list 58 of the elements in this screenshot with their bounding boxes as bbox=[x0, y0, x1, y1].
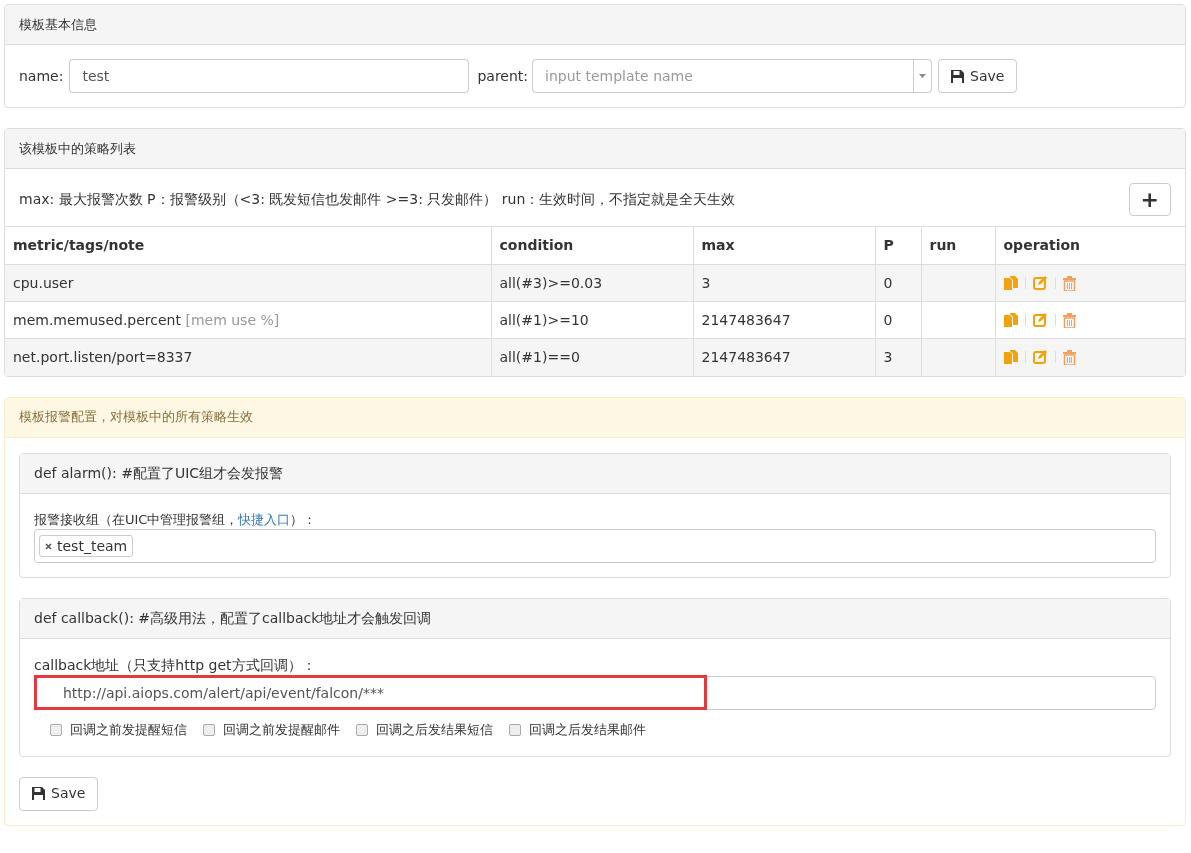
table-cell: 2147483647 bbox=[701, 311, 791, 328]
copy-icon[interactable] bbox=[1003, 312, 1018, 328]
panel-title: 模板基本信息 bbox=[19, 15, 97, 34]
panel-title: 模板报警配置，对模板中的所有策略生效 bbox=[19, 408, 253, 427]
checkbox[interactable] bbox=[203, 723, 215, 736]
legend-text: max: 最大报警次数 P：报警级别（<3: 既发短信也发邮件 >=3: 只发邮件） run：生效时间，不指定就是全天生效 bbox=[19, 190, 736, 209]
field-label: 报警接收组（在UIC中管理报警组，快捷入口）： bbox=[34, 510, 318, 529]
checkbox[interactable] bbox=[509, 723, 521, 736]
table-cell: net.port.listen/port=8337 bbox=[13, 348, 193, 365]
add-button[interactable]: + bbox=[1128, 183, 1171, 216]
checkbox-option[interactable]: 回调之前发提醒邮件 bbox=[203, 720, 340, 740]
checkbox-option[interactable]: 回调之后发结果邮件 bbox=[509, 720, 646, 740]
copy-icon[interactable] bbox=[1003, 349, 1018, 365]
note-text: [mem use %] bbox=[185, 311, 280, 328]
field-label: name: bbox=[19, 66, 64, 86]
remove-icon bbox=[45, 542, 52, 550]
edit-icon[interactable] bbox=[1032, 276, 1048, 290]
table-cell: 2147483647 bbox=[701, 348, 791, 365]
table-cell: all(#3)>=0.03 bbox=[499, 274, 603, 291]
copy-icon[interactable] bbox=[1003, 275, 1018, 291]
panel-title: def alarm(): #配置了UIC组才会发报警 bbox=[34, 463, 284, 483]
link[interactable]: 快捷入口 bbox=[238, 511, 291, 527]
column-header: run bbox=[921, 226, 995, 265]
column-header: operation bbox=[995, 226, 1185, 265]
delete-icon[interactable] bbox=[1062, 312, 1076, 328]
checkbox[interactable] bbox=[356, 723, 368, 736]
field-label: parent: bbox=[477, 66, 529, 86]
checkbox-option[interactable]: 回调之前发提醒短信 bbox=[50, 720, 187, 740]
edit-icon[interactable] bbox=[1032, 350, 1048, 365]
column-header: max bbox=[693, 226, 875, 265]
table-cell: all(#1)==0 bbox=[499, 348, 580, 365]
checkbox[interactable] bbox=[50, 723, 62, 736]
table-cell: mem.memused.percent bbox=[13, 311, 181, 328]
column-header: metric/tags/note bbox=[5, 226, 491, 265]
table-cell: all(#1)>=10 bbox=[499, 311, 589, 328]
delete-icon[interactable] bbox=[1062, 349, 1076, 365]
field-label: callback地址（只支持http get方式回调）： bbox=[34, 656, 317, 675]
table-cell: 3 bbox=[701, 274, 711, 291]
delete-icon[interactable] bbox=[1062, 275, 1076, 291]
table-cell: 3 bbox=[883, 348, 893, 365]
tag-input[interactable]: test_team bbox=[34, 529, 1156, 563]
panel-title: 该模板中的策略列表 bbox=[19, 139, 136, 158]
column-header: condition bbox=[491, 226, 693, 265]
table-cell: cpu.user bbox=[13, 274, 74, 291]
panel-title: def callback(): #高级用法，配置了callback地址才会触发回调 bbox=[34, 609, 432, 628]
save-icon bbox=[32, 787, 45, 800]
parent-field[interactable]: input template name bbox=[532, 59, 933, 93]
caret-icon bbox=[919, 74, 927, 78]
tag[interactable]: test_team bbox=[39, 535, 134, 557]
checkbox-option[interactable]: 回调之后发结果短信 bbox=[356, 720, 493, 740]
save-button[interactable]: Save bbox=[938, 59, 1018, 93]
column-header: P bbox=[875, 226, 921, 265]
table-cell: 0 bbox=[883, 311, 893, 328]
name-field[interactable]: test bbox=[69, 59, 470, 93]
save-icon bbox=[951, 69, 965, 83]
table-cell: 0 bbox=[883, 274, 893, 291]
edit-icon[interactable] bbox=[1032, 313, 1048, 327]
save-button[interactable]: Save bbox=[19, 776, 99, 811]
